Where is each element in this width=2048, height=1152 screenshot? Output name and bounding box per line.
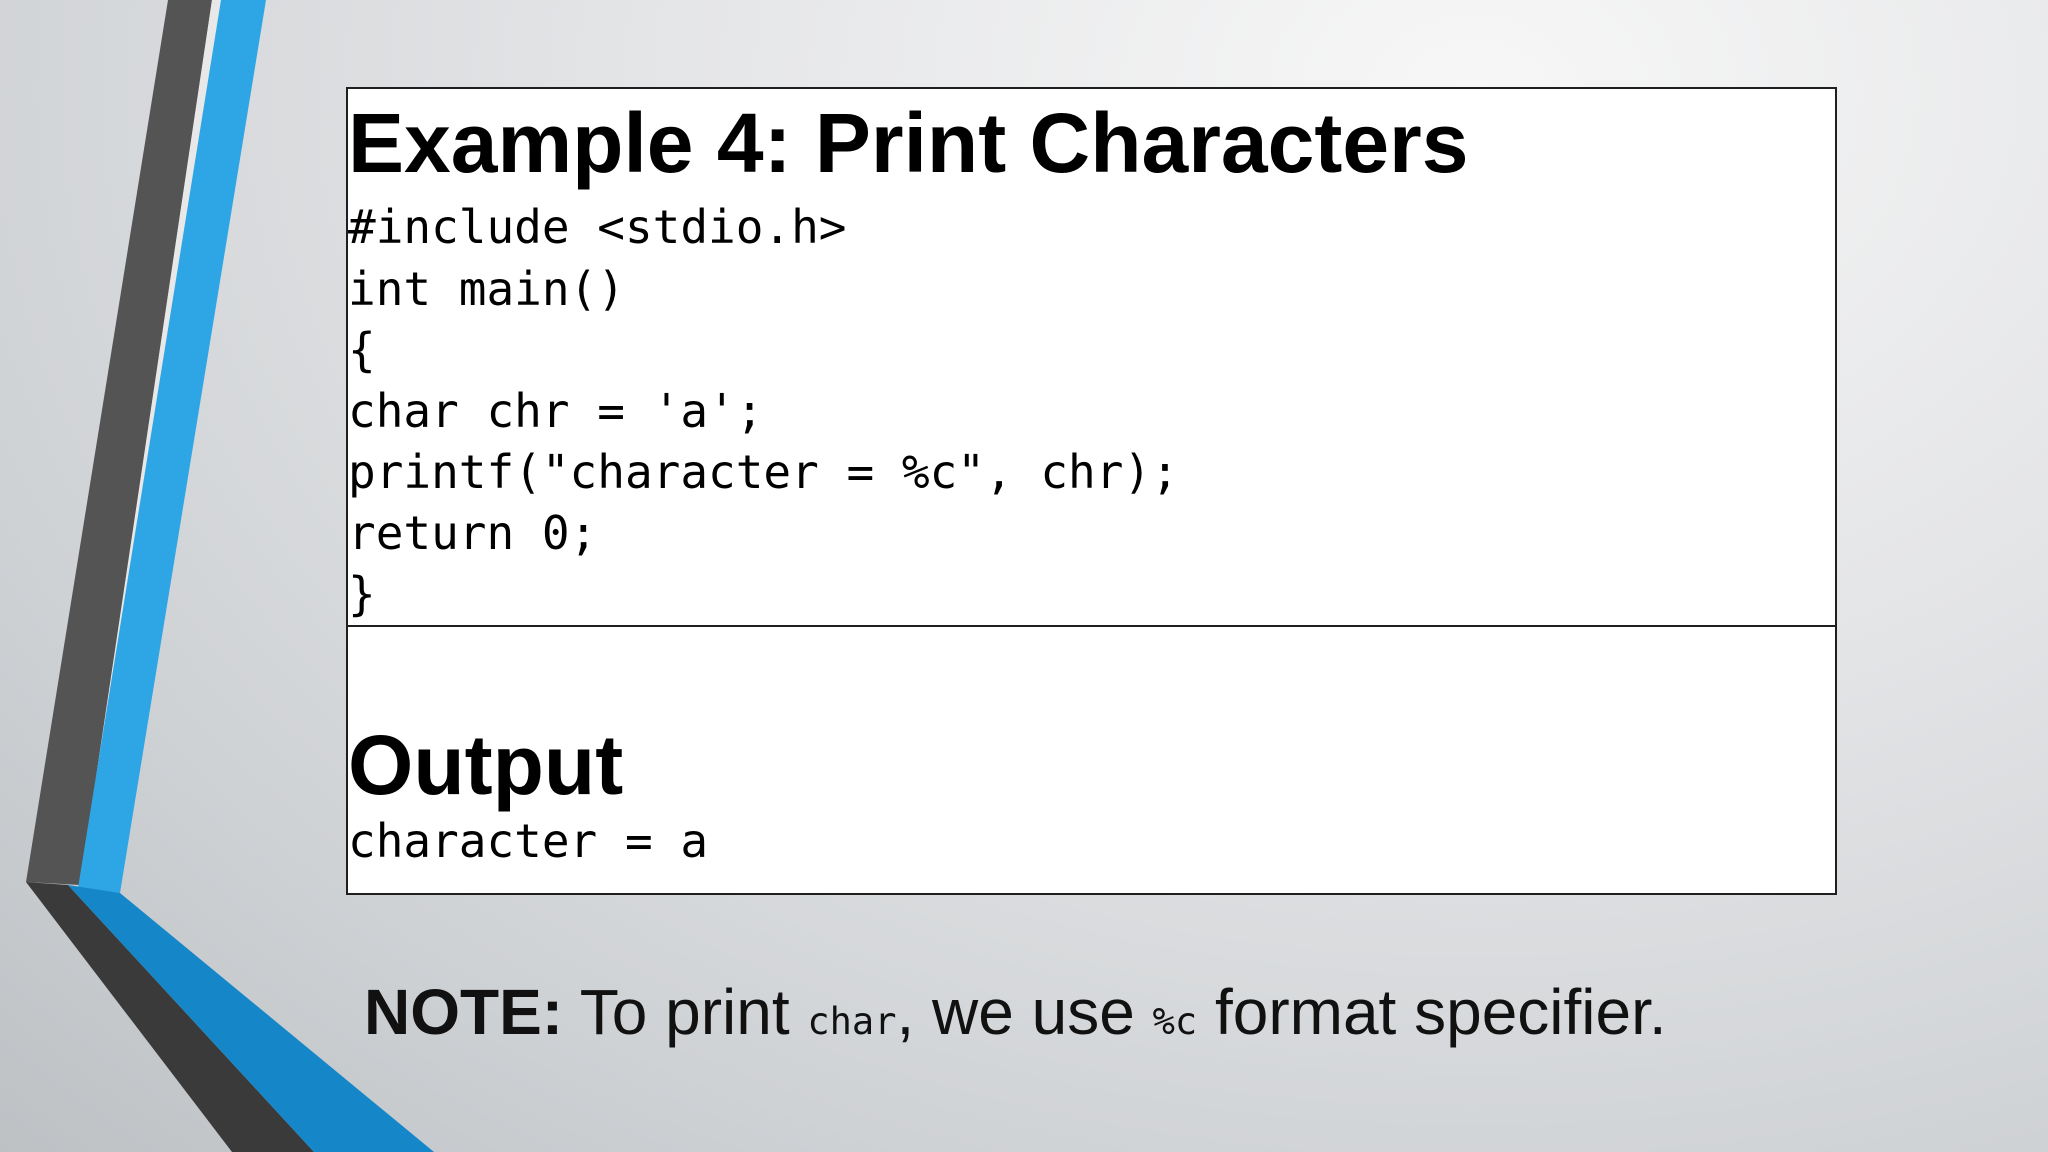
code-line-return: return 0; [348, 506, 598, 560]
output-heading: Output [348, 718, 624, 812]
note-code-specifier: %c [1152, 1000, 1198, 1043]
slide-title: Example 4: Print Characters [348, 96, 1469, 190]
note-text: NOTE: To print char, we use %c format sp… [364, 980, 1667, 1044]
note-text-part: To print [563, 976, 808, 1048]
charcoal-diagonal [26, 882, 314, 1152]
code-line-char: char chr = 'a'; [348, 384, 764, 438]
code-line-include: #include <stdio.h> [348, 200, 847, 254]
code-line-printf: printf("character = %c", chr); [348, 445, 1179, 499]
note-label: NOTE: [364, 976, 564, 1048]
code-panel: Example 4: Print Characters #include <st… [348, 89, 1835, 627]
note-text-part: format specifier. [1197, 976, 1667, 1048]
code-line-close-brace: } [348, 567, 376, 621]
note-code-char: char [807, 1000, 897, 1043]
code-line-main: int main() [348, 262, 625, 316]
output-text: character = a [348, 814, 709, 868]
output-panel: Output character = a [348, 627, 1835, 895]
content-box: Example 4: Print Characters #include <st… [346, 87, 1837, 895]
note-text-part: , we use [896, 976, 1153, 1048]
code-line-open-brace: { [348, 323, 376, 377]
